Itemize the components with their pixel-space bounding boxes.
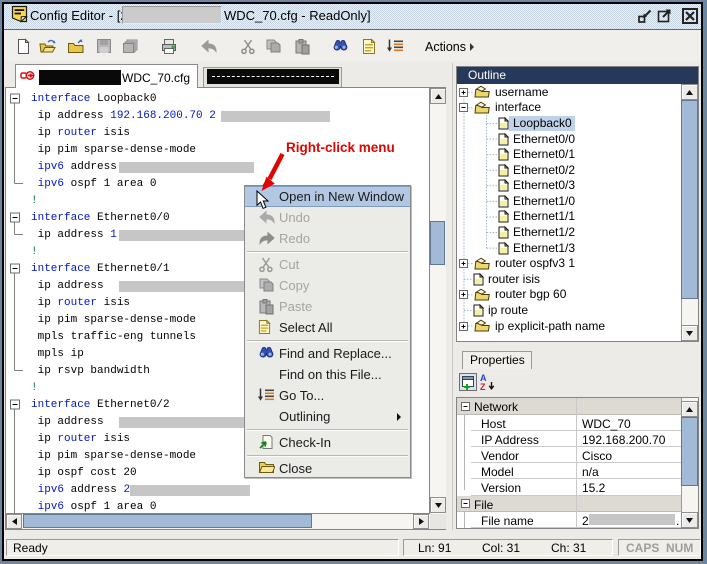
svg-text:Z: Z [480,382,486,391]
